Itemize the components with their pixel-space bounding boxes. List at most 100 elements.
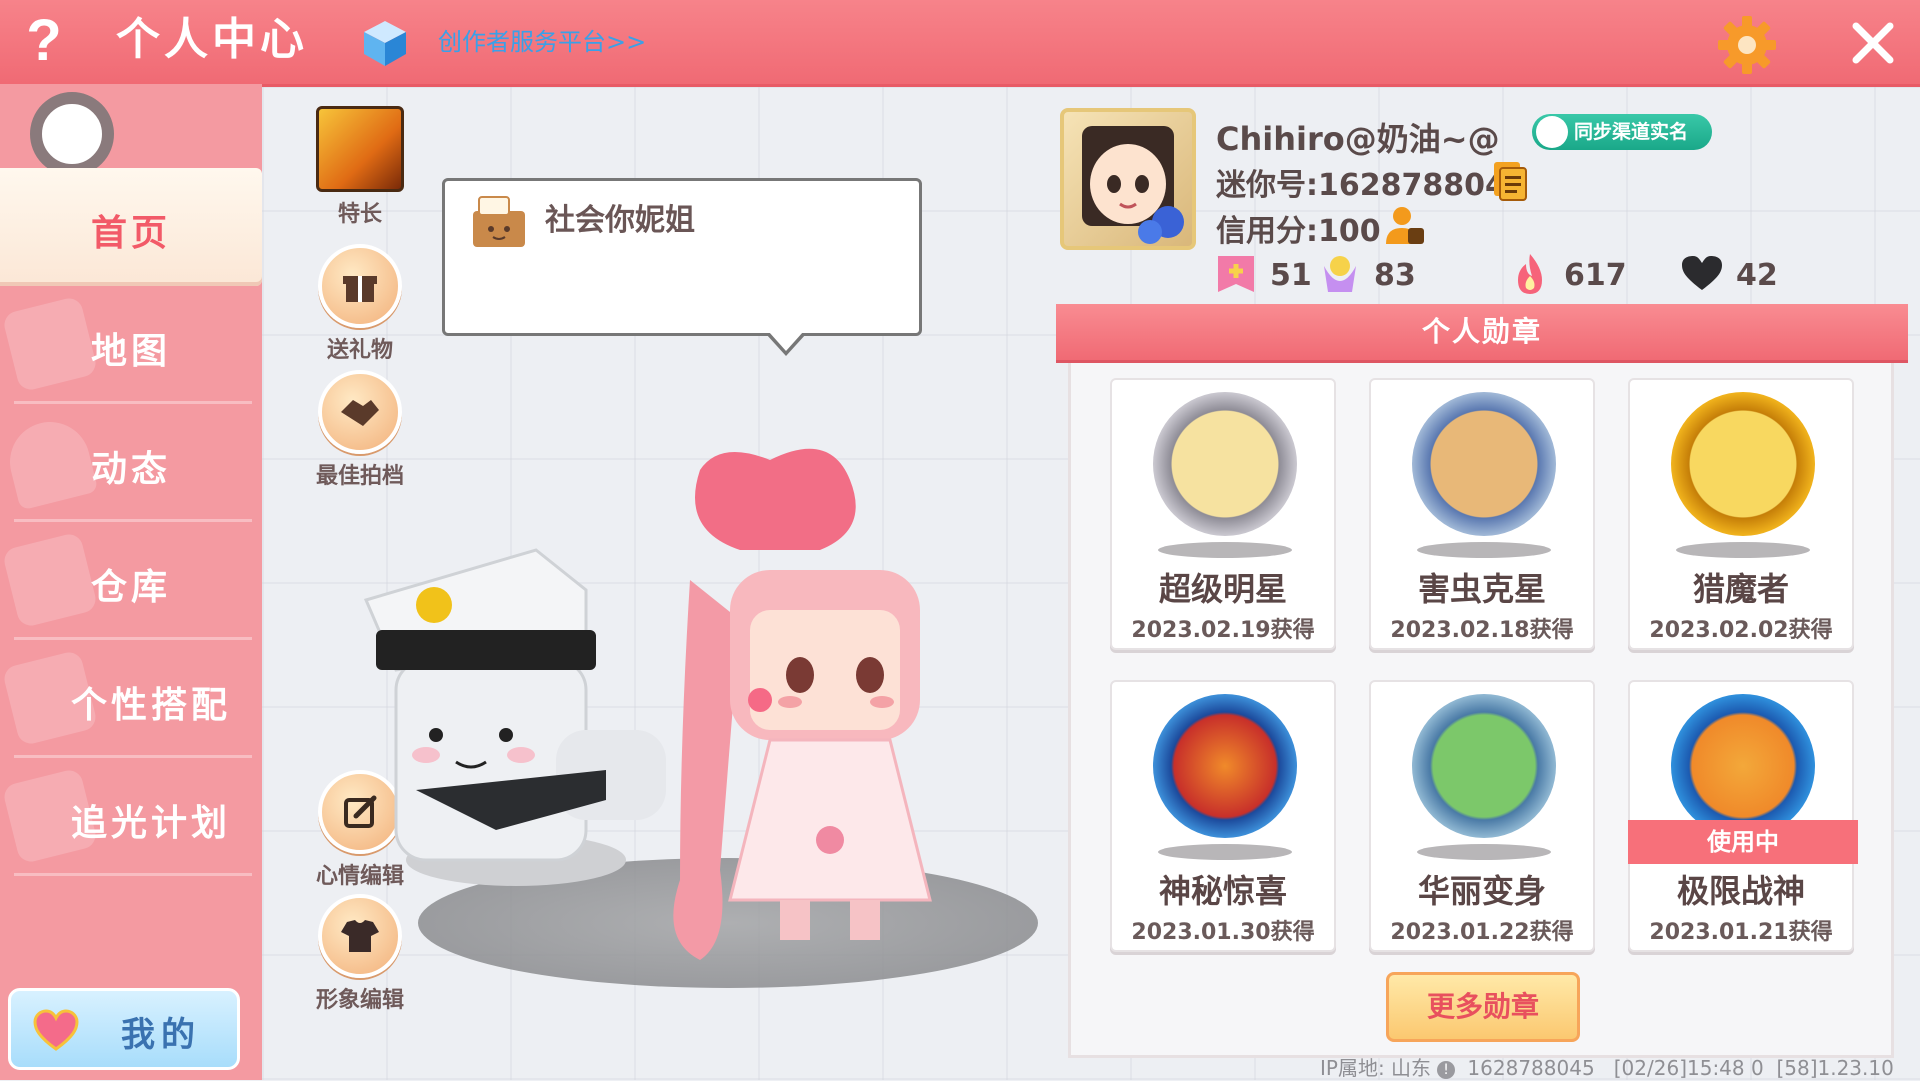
footer-time: [02/26]15:48 0 xyxy=(1613,1056,1764,1080)
stat-fire-value: 617 xyxy=(1564,258,1627,293)
sidebar-item-label: 动态 xyxy=(90,449,171,490)
medal-name: 猎魔者 xyxy=(1692,570,1789,608)
mystery-gift-medal-icon xyxy=(1153,694,1297,838)
divider xyxy=(14,873,252,876)
plus-badge-icon xyxy=(1218,256,1254,292)
page-title: 个人中心 xyxy=(116,14,308,65)
gift-label: 送礼物 xyxy=(326,338,393,363)
mine-button[interactable]: 我的 xyxy=(8,988,240,1070)
bubble-tail-inner xyxy=(769,332,803,351)
sidebar-item-label: 个性搭配 xyxy=(70,685,231,726)
medal-shadow xyxy=(1417,542,1551,558)
footer-id: 1628788045 xyxy=(1467,1056,1595,1080)
best-photo-button[interactable]: 最佳拍档 xyxy=(310,370,410,490)
user-verify-icon xyxy=(1536,116,1568,148)
heart-icon xyxy=(33,1009,79,1051)
medal-name: 华丽变身 xyxy=(1417,872,1546,910)
mine-label: 我的 xyxy=(121,1015,201,1055)
medal-date: 2023.01.30获得 xyxy=(1131,920,1315,945)
bye-sign-icon xyxy=(473,196,525,247)
sidebar-item-home[interactable]: 首页 xyxy=(0,168,262,286)
medal-date: 2023.02.18获得 xyxy=(1390,618,1574,643)
hammer-skill-icon xyxy=(316,106,404,192)
look-edit-label: 形象编辑 xyxy=(315,988,404,1013)
sidebar-item-label: 仓库 xyxy=(90,567,171,608)
mini-id: 迷你号:1628788045 xyxy=(1216,168,1527,203)
gift-button[interactable]: 送礼物 xyxy=(310,244,410,364)
footer-info: IP属地: 山东! 1628788045 [02/26]15:48 0 [58]… xyxy=(1320,1052,1894,1081)
mood-bubble[interactable]: 社会你妮姐 xyxy=(442,178,922,336)
sync-realname-button[interactable]: 同步渠道实名 xyxy=(1532,114,1712,150)
sidebar-item-map[interactable]: 地图 xyxy=(0,286,262,404)
stat-trophy-value: 83 xyxy=(1374,258,1416,293)
medal-shadow xyxy=(1158,542,1292,558)
help-icon[interactable]: ? xyxy=(18,10,70,72)
credit-score: 信用分:100 xyxy=(1216,214,1381,249)
outfit-edit-icon xyxy=(318,894,402,978)
avatar-portrait-icon xyxy=(1082,126,1184,244)
look-edit-button[interactable]: 形象编辑 xyxy=(310,894,410,1014)
demon-hunter-medal-icon xyxy=(1671,392,1815,536)
medal-shadow xyxy=(1417,844,1551,860)
sidebar-item-outfit[interactable]: 个性搭配 xyxy=(0,640,262,758)
in-use-tag: 使用中 xyxy=(1628,820,1858,864)
close-icon[interactable] xyxy=(1848,18,1898,68)
sidebar-item-warehouse[interactable]: 仓库 xyxy=(0,522,262,640)
medal-shadow xyxy=(1158,844,1292,860)
medal-shadow xyxy=(1676,542,1810,558)
medal-name: 超级明星 xyxy=(1158,570,1287,608)
copy-icon[interactable] xyxy=(1492,160,1528,202)
bug-buster-medal-icon xyxy=(1412,392,1556,536)
sidebar-item-feed[interactable]: 动态 xyxy=(0,404,262,522)
medal-card[interactable]: 神秘惊喜 2023.01.30获得 xyxy=(1110,680,1336,952)
handshake-icon xyxy=(318,370,402,454)
stat-fire: 617 xyxy=(1508,252,1638,296)
footer-build: [58]1.23.10 xyxy=(1776,1056,1894,1080)
settings-gear-icon[interactable] xyxy=(1716,14,1778,76)
sidebar-item-label: 追光计划 xyxy=(70,803,231,844)
person-credit-icon[interactable] xyxy=(1384,204,1426,248)
fire-icon xyxy=(1518,254,1542,294)
medal-date: 2023.02.19获得 xyxy=(1131,618,1315,643)
medal-card[interactable]: 使用中 极限战神 2023.01.21获得 xyxy=(1628,680,1858,952)
stat-plus: 51 xyxy=(1214,252,1324,296)
medal-date: 2023.01.21获得 xyxy=(1649,920,1833,945)
ip-location: IP属地: 山东 xyxy=(1320,1056,1432,1080)
black-heart-icon xyxy=(1682,256,1722,290)
best-photo-label: 最佳拍档 xyxy=(315,464,404,489)
cube-icon xyxy=(364,21,406,66)
medal-name: 极限战神 xyxy=(1676,872,1805,910)
skill-button[interactable]: 特长 xyxy=(310,106,410,228)
stat-trophy: 83 xyxy=(1318,252,1428,296)
profile-avatar[interactable] xyxy=(1060,108,1196,250)
stat-plus-value: 51 xyxy=(1270,258,1312,293)
transform-medal-icon xyxy=(1412,694,1556,838)
skill-label: 特长 xyxy=(337,202,382,227)
sync-label: 同步渠道实名 xyxy=(1574,121,1689,143)
top-bar: ? 个人中心 创作者服务平台>> xyxy=(0,0,1920,87)
medal-card[interactable]: 猎魔者 2023.02.02获得 xyxy=(1628,378,1854,650)
medal-panel-header: 个人勋章 xyxy=(1056,304,1908,363)
medal-date: 2023.02.02获得 xyxy=(1649,618,1833,643)
more-medals-button[interactable]: 更多勋章 xyxy=(1386,972,1580,1042)
medal-card[interactable]: 华丽变身 2023.01.22获得 xyxy=(1369,680,1595,952)
trophy-icon xyxy=(1324,256,1356,292)
user-name: Chihiro@奶油~@ xyxy=(1216,120,1500,158)
creator-platform-link[interactable]: 创作者服务平台>> xyxy=(438,22,646,62)
boss-medal-icon xyxy=(1671,694,1815,838)
pink-girl-character[interactable] xyxy=(620,440,940,980)
stat-heart-value: 42 xyxy=(1736,258,1778,293)
sidebar-item-label: 地图 xyxy=(90,331,171,372)
mood-text: 社会你妮姐 xyxy=(545,203,695,238)
medal-card[interactable]: 超级明星 2023.02.19获得 xyxy=(1110,378,1336,650)
gift-icon xyxy=(318,244,402,328)
stat-heart: 42 xyxy=(1680,252,1800,296)
sidebar-item-lightchase[interactable]: 追光计划 xyxy=(0,758,262,876)
medal-date: 2023.01.22获得 xyxy=(1390,920,1574,945)
medal-name: 害虫克星 xyxy=(1417,570,1546,608)
medal-card[interactable]: 害虫克星 2023.02.18获得 xyxy=(1369,378,1595,650)
sidebar-item-label: 首页 xyxy=(90,213,171,254)
avatar-toggle[interactable] xyxy=(30,92,114,176)
star-medal-icon xyxy=(1153,392,1297,536)
info-icon: ! xyxy=(1437,1061,1456,1079)
